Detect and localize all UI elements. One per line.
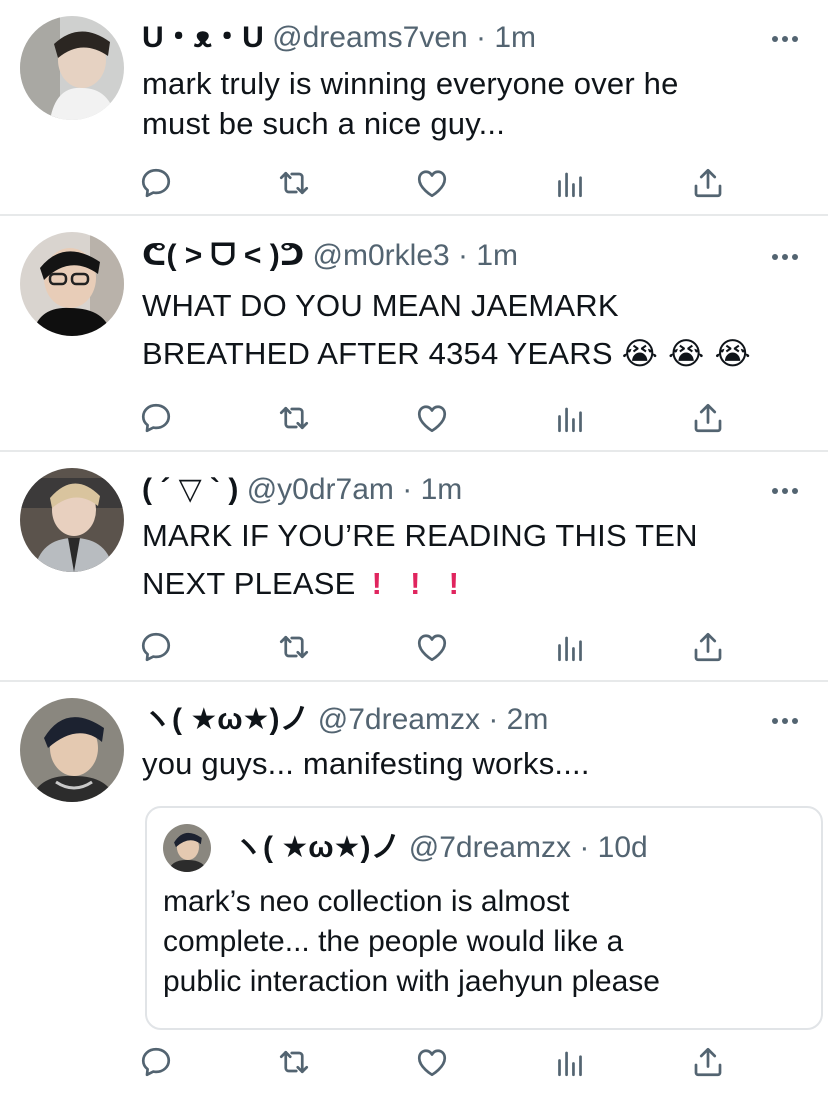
exclamation-mark-emoji: ! — [410, 566, 421, 601]
tweet-header: ᕦ( ˃ ᗜ ˂ )ᕤ @m0rkle3 · 1m — [142, 238, 518, 274]
tweet-text-line: you guys... manifesting works.... — [142, 746, 590, 781]
tweet-text-line: MARK IF YOU’RE READING THIS TEN — [142, 518, 698, 553]
tweet-text-line: WHAT DO YOU MEAN JAEMARK — [142, 288, 619, 323]
quoted-tweet-header: ヽ( ★ω★)ノ @7dreamzx · 10d — [233, 830, 648, 866]
tweet-text-segment: NEXT PLEASE — [142, 566, 356, 601]
more-options-icon[interactable] — [772, 253, 798, 261]
retweet-icon[interactable] — [276, 400, 312, 436]
quoted-timestamp[interactable]: 10d — [598, 831, 648, 864]
display-name[interactable]: ヽ( ★ω★)ノ — [142, 703, 309, 736]
display-name[interactable]: U・ᴥ・U — [142, 21, 264, 54]
separator-dot: · — [579, 831, 590, 864]
crying-emoji: 😭 😭 😭 — [621, 336, 751, 372]
share-icon[interactable] — [690, 165, 726, 201]
avatar[interactable] — [20, 698, 124, 802]
tweet-text: you guys... manifesting works.... — [142, 744, 788, 784]
tweet-header: ( ´ ▽ ` ) @y0dr7am · 1m — [142, 472, 462, 508]
reply-icon[interactable] — [138, 165, 174, 201]
tweet-actions — [0, 629, 828, 669]
analytics-icon[interactable] — [552, 1044, 588, 1080]
separator-dot: · — [488, 703, 499, 736]
separator-dot: · — [458, 239, 469, 272]
tweet-2[interactable]: ᕦ( ˃ ᗜ ˂ )ᕤ @m0rkle3 · 1m WHAT DO YOU ME… — [0, 216, 828, 451]
share-icon[interactable] — [690, 400, 726, 436]
analytics-icon[interactable] — [552, 629, 588, 665]
tweet-actions — [0, 165, 828, 205]
tweet-text: mark truly is winning everyone over he m… — [142, 64, 788, 144]
exclamation-mark-emoji: ! — [448, 566, 460, 601]
tweet-text-line: mark truly is winning everyone over he — [142, 66, 679, 101]
display-name[interactable]: ( ´ ▽ ` ) — [142, 473, 238, 506]
timestamp[interactable]: 2m — [507, 703, 549, 736]
like-icon[interactable] — [414, 165, 450, 201]
tweet-text-line: must be such a nice guy... — [142, 106, 506, 141]
tweet-header: U・ᴥ・U @dreams7ven · 1m — [142, 20, 536, 56]
quoted-text-line: complete... the people would like a — [163, 925, 624, 958]
tweet-text-line: NEXT PLEASE!!! — [142, 560, 788, 608]
analytics-icon[interactable] — [552, 165, 588, 201]
analytics-icon[interactable] — [552, 400, 588, 436]
tweet-text: MARK IF YOU’RE READING THIS TEN NEXT PLE… — [142, 512, 788, 608]
separator-dot: · — [402, 473, 413, 506]
timestamp[interactable]: 1m — [421, 473, 463, 506]
retweet-icon[interactable] — [276, 629, 312, 665]
avatar[interactable] — [20, 468, 124, 572]
reply-icon[interactable] — [138, 1044, 174, 1080]
tweet-text-line: BREATHED AFTER 4354 YEARS 😭 😭 😭 — [142, 330, 788, 378]
reply-icon[interactable] — [138, 400, 174, 436]
tweet-text: WHAT DO YOU MEAN JAEMARK BREATHED AFTER … — [142, 282, 788, 378]
like-icon[interactable] — [414, 629, 450, 665]
display-name[interactable]: ᕦ( ˃ ᗜ ˂ )ᕤ — [142, 239, 304, 272]
more-options-icon[interactable] — [772, 487, 798, 495]
tweet-1[interactable]: U・ᴥ・U @dreams7ven · 1m mark truly is win… — [0, 0, 828, 215]
avatar[interactable] — [20, 16, 124, 120]
user-handle[interactable]: @y0dr7am — [247, 473, 394, 506]
quoted-tweet-text: mark’s neo collection is almost complete… — [163, 882, 660, 1002]
quoted-text-line: public interaction with jaehyun please — [163, 965, 660, 998]
quoted-text-line: mark’s neo collection is almost — [163, 885, 570, 918]
retweet-icon[interactable] — [276, 1044, 312, 1080]
share-icon[interactable] — [690, 629, 726, 665]
quoted-display-name[interactable]: ヽ( ★ω★)ノ — [233, 831, 400, 864]
tweet-header: ヽ( ★ω★)ノ @7dreamzx · 2m — [142, 702, 548, 738]
user-handle[interactable]: @7dreamzx — [318, 703, 480, 736]
tweet-3[interactable]: ( ´ ▽ ` ) @y0dr7am · 1m MARK IF YOU’RE R… — [0, 452, 828, 680]
like-icon[interactable] — [414, 1044, 450, 1080]
timestamp[interactable]: 1m — [476, 239, 518, 272]
separator-dot: · — [476, 21, 487, 54]
user-handle[interactable]: @dreams7ven — [272, 21, 468, 54]
timestamp[interactable]: 1m — [494, 21, 536, 54]
quoted-tweet[interactable]: ヽ( ★ω★)ノ @7dreamzx · 10d mark’s neo coll… — [145, 806, 823, 1030]
tweet-actions — [0, 400, 828, 440]
tweet-text-segment: BREATHED AFTER 4354 YEARS — [142, 336, 613, 371]
more-options-icon[interactable] — [772, 35, 798, 43]
exclamation-mark-emoji: ! — [371, 566, 383, 601]
tweet-4[interactable]: ヽ( ★ω★)ノ @7dreamzx · 2m you guys... mani… — [0, 682, 828, 1097]
avatar[interactable] — [20, 232, 124, 336]
reply-icon[interactable] — [138, 629, 174, 665]
more-options-icon[interactable] — [772, 717, 798, 725]
quoted-avatar[interactable] — [163, 824, 211, 872]
tweet-actions — [0, 1044, 828, 1084]
quoted-user-handle[interactable]: @7dreamzx — [409, 831, 571, 864]
share-icon[interactable] — [690, 1044, 726, 1080]
retweet-icon[interactable] — [276, 165, 312, 201]
user-handle[interactable]: @m0rkle3 — [313, 239, 450, 272]
like-icon[interactable] — [414, 400, 450, 436]
